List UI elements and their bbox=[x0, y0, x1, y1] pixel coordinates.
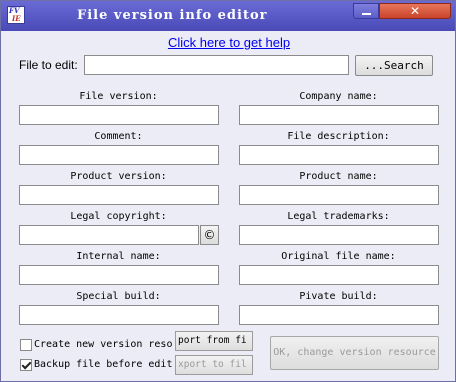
legal-trademarks-input[interactable] bbox=[239, 225, 439, 245]
file-description-input[interactable] bbox=[239, 145, 439, 165]
product-version-input[interactable] bbox=[19, 185, 219, 205]
comment-input[interactable] bbox=[19, 145, 219, 165]
comment-label: Comment: bbox=[94, 131, 143, 142]
ok-change-version-button[interactable]: OK, change version resource bbox=[270, 336, 439, 370]
internal-name-label: Internal name: bbox=[76, 251, 161, 262]
product-name-input[interactable] bbox=[239, 185, 439, 205]
file-to-edit-label: File to edit: bbox=[19, 58, 78, 72]
create-new-version-label: Create new version reso bbox=[34, 339, 173, 350]
product-version-label: Product version: bbox=[70, 171, 167, 182]
import-from-file-button[interactable]: port from fi bbox=[175, 331, 253, 351]
close-icon: ✕ bbox=[409, 4, 421, 18]
close-button[interactable]: ✕ bbox=[379, 3, 451, 19]
insert-copyright-button[interactable]: © bbox=[200, 225, 219, 245]
legal-copyright-label: Legal copyright: bbox=[70, 211, 167, 222]
backup-file-checkbox[interactable] bbox=[20, 359, 32, 371]
special-build-label: Special build: bbox=[76, 291, 161, 302]
file-version-input[interactable] bbox=[19, 105, 219, 125]
minimize-icon bbox=[362, 13, 371, 15]
window-title: File version info editor bbox=[77, 8, 268, 23]
copyright-icon: © bbox=[203, 228, 216, 242]
search-button[interactable]: ...Search bbox=[355, 55, 433, 76]
company-name-label: Company name: bbox=[299, 91, 378, 102]
main-window: FV IE File version info editor ✕ Click h… bbox=[0, 0, 456, 382]
private-build-input[interactable] bbox=[239, 305, 439, 325]
company-name-input[interactable] bbox=[239, 105, 439, 125]
backup-file-label: Backup file before edit bbox=[34, 359, 173, 370]
title-bar[interactable]: FV IE File version info editor ✕ bbox=[1, 1, 455, 31]
create-new-version-checkbox[interactable] bbox=[20, 339, 32, 351]
special-build-input[interactable] bbox=[19, 305, 219, 325]
app-icon-bottom-text: IE bbox=[12, 14, 21, 23]
private-build-label: Pivate build: bbox=[299, 291, 378, 302]
app-icon: FV IE bbox=[7, 6, 25, 24]
export-to-file-button[interactable]: xport to fil bbox=[175, 355, 253, 375]
legal-trademarks-label: Legal trademarks: bbox=[287, 211, 390, 222]
original-file-name-input[interactable] bbox=[239, 265, 439, 285]
minimize-button[interactable] bbox=[353, 3, 379, 19]
internal-name-input[interactable] bbox=[19, 265, 219, 285]
file-description-label: File description: bbox=[287, 131, 390, 142]
product-name-label: Product name: bbox=[299, 171, 378, 182]
legal-copyright-input[interactable] bbox=[19, 225, 199, 245]
original-file-name-label: Original file name: bbox=[281, 251, 396, 262]
file-path-input[interactable] bbox=[84, 55, 349, 75]
file-version-label: File version: bbox=[79, 91, 158, 102]
help-link[interactable]: Click here to get help bbox=[1, 35, 455, 50]
